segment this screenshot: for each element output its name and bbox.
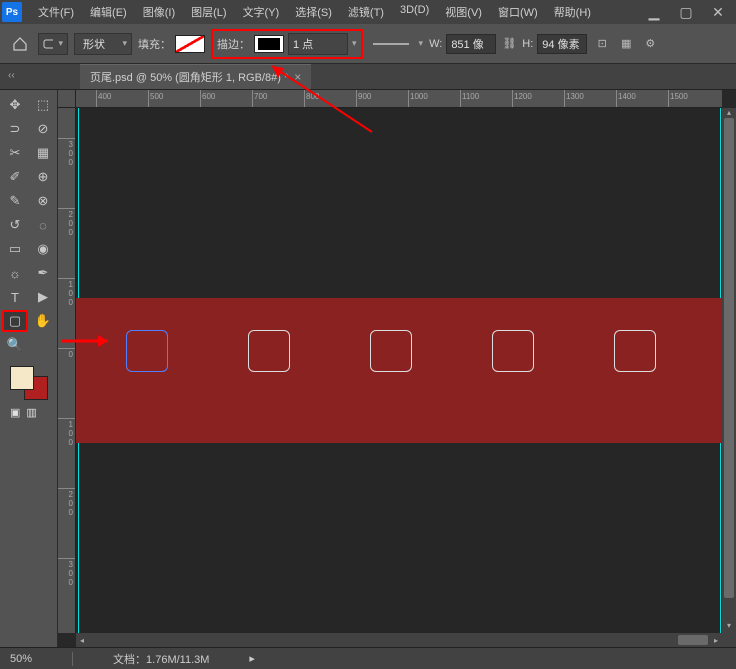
quickmask-icon[interactable]: ▣ [10, 406, 20, 419]
status-separator [72, 652, 73, 666]
menu-edit[interactable]: 编辑(E) [82, 0, 135, 24]
patch-tool[interactable]: ⊕ [30, 166, 56, 188]
scroll-down-icon[interactable]: ▾ [722, 621, 736, 633]
rounded-rect-4[interactable] [492, 330, 534, 372]
toolbox: ✥ ⬚ ⊃ ⊘ ✂ ▦ ✐ ⊕ ✎ ⊗ ↺ ◌ ▭ ◉ ☼ ✒ T ▶ ▢ ✋ … [0, 90, 58, 647]
align-icon[interactable]: ▦ [617, 35, 635, 53]
document-tab[interactable]: 页尾.psd @ 50% (圆角矩形 1, RGB/8#) * × [80, 64, 311, 89]
menu-select[interactable]: 选择(S) [287, 0, 340, 24]
path-ops-icon[interactable]: ⊡ [593, 35, 611, 53]
window-controls: ▁ ▢ ✕ [638, 0, 734, 24]
stroke-dropdown-icon[interactable]: ▾ [352, 38, 357, 49]
status-arrow-icon[interactable]: ▸ [249, 652, 255, 665]
stroke-label: 描边： [217, 36, 250, 52]
horizontal-scrollbar[interactable]: ◂ ▸ [76, 633, 722, 647]
screenmode-icon[interactable]: ▥ [26, 406, 36, 419]
stroke-swatch[interactable] [254, 35, 284, 53]
maximize-button[interactable]: ▢ [670, 0, 702, 24]
menu-type[interactable]: 文字(Y) [235, 0, 288, 24]
move-tool[interactable]: ✥ [2, 94, 28, 116]
fill-group: 填充： [138, 35, 205, 53]
vertical-scrollbar[interactable]: ▴ ▾ [722, 108, 736, 633]
path-select-tool[interactable]: ▶ [30, 286, 56, 308]
type-tool[interactable]: T [2, 286, 28, 308]
menu-help[interactable]: 帮助(H) [546, 0, 599, 24]
ruler-vertical[interactable]: 3002001000100200300 [58, 108, 76, 633]
rounded-rect-3[interactable] [370, 330, 412, 372]
gear-icon[interactable]: ⚙ [641, 35, 659, 53]
vscroll-thumb[interactable] [724, 118, 734, 598]
blur-tool[interactable]: ◉ [30, 238, 56, 260]
slice-tool[interactable]: ▦ [30, 142, 56, 164]
height-label: H: [522, 38, 533, 50]
foreground-color[interactable] [10, 366, 34, 390]
title-bar: Ps 文件(F) 编辑(E) 图像(I) 图层(L) 文字(Y) 选择(S) 滤… [0, 0, 736, 24]
app-logo: Ps [2, 2, 22, 22]
close-button[interactable]: ✕ [702, 0, 734, 24]
menu-view[interactable]: 视图(V) [437, 0, 490, 24]
ruler-corner [58, 90, 76, 108]
menu-image[interactable]: 图像(I) [135, 0, 183, 24]
canvas-viewport[interactable] [76, 108, 722, 633]
rounded-rect-1[interactable] [126, 330, 168, 372]
stroke-style-preview[interactable] [373, 43, 409, 45]
options-bar: 形状 填充： 描边： ▾ ▾ W: ⛓ H: ⊡ ▦ ⚙ [0, 24, 736, 64]
empty-tool-slot [30, 334, 56, 356]
hand-tool[interactable]: ✋ [30, 310, 56, 332]
menu-window[interactable]: 窗口(W) [490, 0, 546, 24]
crop-tool[interactable]: ✂ [2, 142, 28, 164]
status-bar: 50% 文档：1.76M/11.3M ▸ [0, 647, 736, 669]
stroke-highlight-box: 描边： ▾ [211, 29, 363, 59]
gradient-tool[interactable]: ▭ [2, 238, 28, 260]
scroll-right-icon[interactable]: ▸ [710, 636, 722, 645]
menu-3d[interactable]: 3D(D) [392, 0, 437, 24]
marquee-tool[interactable]: ⬚ [30, 94, 56, 116]
document-tabs: 页尾.psd @ 50% (圆角矩形 1, RGB/8#) * × [0, 64, 736, 90]
fill-label: 填充： [138, 36, 171, 52]
expand-panels-icon[interactable]: ‹‹ [8, 70, 15, 81]
shape-mode-dropdown[interactable]: 形状 [74, 33, 132, 55]
history-brush-tool[interactable]: ↺ [2, 214, 28, 236]
height-group: H: [522, 34, 587, 54]
rounded-rect-5[interactable] [614, 330, 656, 372]
menu-file[interactable]: 文件(F) [30, 0, 82, 24]
eraser-tool[interactable]: ◌ [30, 214, 56, 236]
clone-tool[interactable]: ⊗ [30, 190, 56, 212]
lasso-tool[interactable]: ⊃ [2, 118, 28, 140]
pen-tool[interactable]: ✒ [30, 262, 56, 284]
width-group: W: [429, 34, 496, 54]
link-wh-icon[interactable]: ⛓ [502, 37, 516, 50]
close-tab-icon[interactable]: × [294, 70, 301, 84]
document-info[interactable]: 文档：1.76M/11.3M [113, 651, 209, 667]
minimize-button[interactable]: ▁ [638, 0, 670, 24]
rounded-rect-2[interactable] [248, 330, 290, 372]
stroke-style-dropdown-icon[interactable]: ▾ [419, 38, 424, 49]
height-input[interactable] [537, 34, 587, 54]
width-input[interactable] [446, 34, 496, 54]
scrollbar-corner [722, 633, 736, 647]
fill-swatch[interactable] [175, 35, 205, 53]
shape-preset-dropdown[interactable] [38, 33, 68, 55]
zoom-tool[interactable]: 🔍 [2, 334, 28, 356]
canvas-area: 4005006007008009001000110012001300140015… [58, 90, 736, 647]
rectangle-tool[interactable]: ▢ [2, 310, 28, 332]
ruler-horizontal[interactable]: 4005006007008009001000110012001300140015… [76, 90, 722, 108]
menu-layer[interactable]: 图层(L) [183, 0, 234, 24]
workspace: ✥ ⬚ ⊃ ⊘ ✂ ▦ ✐ ⊕ ✎ ⊗ ↺ ◌ ▭ ◉ ☼ ✒ T ▶ ▢ ✋ … [0, 90, 736, 647]
hscroll-thumb[interactable] [678, 635, 708, 645]
artboard [76, 108, 722, 633]
brush-tool[interactable]: ✎ [2, 190, 28, 212]
stroke-width-input[interactable] [288, 33, 348, 55]
dodge-tool[interactable]: ☼ [2, 262, 28, 284]
scroll-left-icon[interactable]: ◂ [76, 636, 88, 645]
main-menu: 文件(F) 编辑(E) 图像(I) 图层(L) 文字(Y) 选择(S) 滤镜(T… [30, 0, 599, 24]
home-icon[interactable] [8, 32, 32, 56]
document-tab-title: 页尾.psd @ 50% (圆角矩形 1, RGB/8#) * [90, 69, 288, 85]
quick-select-tool[interactable]: ⊘ [30, 118, 56, 140]
color-swatches [10, 366, 48, 400]
width-label: W: [429, 38, 442, 50]
eyedropper-tool[interactable]: ✐ [2, 166, 28, 188]
menu-filter[interactable]: 滤镜(T) [340, 0, 392, 24]
